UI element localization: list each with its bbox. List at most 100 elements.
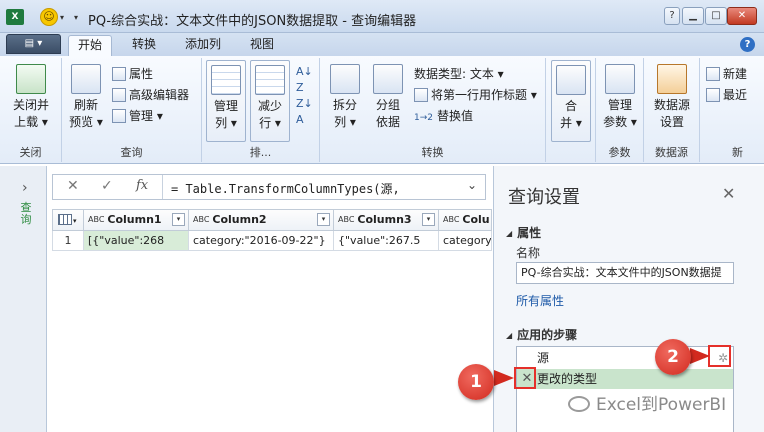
table-cell[interactable]: [{"value":268 — [84, 231, 189, 250]
recent-sources-button[interactable]: 最近 — [706, 87, 747, 103]
tab-transform[interactable]: 转换 — [124, 35, 164, 56]
use-first-row-as-headers-button[interactable]: 将第一行用作标题 ▾ — [414, 87, 537, 103]
column-filter-dropdown[interactable]: ▾ — [422, 213, 435, 226]
merge-button[interactable]: 合 并 ▾ — [551, 60, 591, 142]
clock-icon — [706, 88, 720, 102]
watermark: Excel到PowerBI — [568, 390, 726, 415]
smiley-feedback-icon[interactable]: ☺ — [40, 8, 58, 26]
split-column-icon — [330, 64, 360, 94]
maximize-button[interactable]: □ — [705, 7, 727, 25]
advanced-editor-button[interactable]: 高级编辑器 — [112, 87, 189, 103]
title-bar: X ☺ ▾ ▾ PQ-综合实战：文本文件中的JSON数据提取 - 查询编辑器 ?… — [0, 0, 764, 33]
manage-query-icon — [112, 109, 126, 123]
formula-input[interactable]: = Table.TransformColumnTypes(源, — [171, 180, 400, 197]
expand-formula-chevron-icon[interactable]: ⌄ — [467, 178, 477, 192]
text-type-icon[interactable]: ABC — [443, 215, 459, 224]
column-name: Column2 — [212, 213, 267, 226]
all-properties-link[interactable]: 所有属性 — [516, 292, 564, 309]
text-type-icon[interactable]: ABC — [88, 215, 104, 224]
group-by-icon — [373, 64, 403, 94]
column-header-2[interactable]: ABC Column2 ▾ — [189, 210, 334, 230]
replace-values-icon: 1→2 — [414, 113, 433, 123]
table-cell[interactable]: {"value":267.5 — [334, 231, 439, 250]
name-label: 名称 — [516, 246, 541, 260]
merge-label: 合 并 ▾ — [560, 99, 582, 130]
properties-section-header[interactable]: ◢ 属性 — [506, 224, 541, 241]
query-name-input[interactable]: PQ-综合实战：文本文件中的JSON数据提 — [516, 262, 734, 284]
table-headers-icon — [414, 88, 428, 102]
data-type-dropdown[interactable]: 数据类型: 文本 ▾ — [414, 66, 504, 82]
row-number[interactable]: 1 — [53, 231, 84, 250]
column-filter-dropdown[interactable]: ▾ — [317, 213, 330, 226]
quick-access-customize-icon[interactable]: ▾ — [74, 13, 78, 22]
callout-badge-1: 1 — [458, 364, 494, 400]
file-menu-button[interactable]: ▤ ▾ — [6, 34, 61, 54]
tab-home[interactable]: 开始 — [68, 35, 112, 56]
ribbon: 关闭并 上载 ▾ 关闭 刷新 预览 ▾ 属性 高级编辑器 管理 ▾ 查询 管理 … — [0, 56, 764, 164]
queries-pane-label[interactable]: 查询 — [20, 202, 32, 226]
text-type-icon[interactable]: ABC — [338, 215, 354, 224]
tab-view[interactable]: 视图 — [242, 35, 282, 56]
close-and-load-icon — [16, 64, 46, 94]
split-column-label: 拆分 列 ▾ — [332, 98, 357, 129]
column-filter-dropdown[interactable]: ▾ — [172, 213, 185, 226]
excel-icon[interactable]: X — [6, 9, 24, 25]
table-header-row: ▾ ABC Column1 ▾ ABC Column2 ▾ ABC Column3 ▾… — [52, 209, 492, 231]
group-by-button[interactable]: 分组 依据 — [368, 60, 408, 131]
query-settings-title: 查询设置 — [508, 187, 580, 208]
ribbon-help-icon[interactable]: ? — [740, 37, 755, 52]
queries-pane-collapsed: › 查询 — [0, 166, 47, 432]
column-header-3[interactable]: ABC Column3 ▾ — [334, 210, 439, 230]
smiley-dropdown-icon[interactable]: ▾ — [60, 13, 64, 22]
cancel-formula-icon[interactable]: ✕ — [67, 178, 79, 194]
properties-section-label: 属性 — [517, 226, 542, 240]
manage-parameters-icon — [605, 64, 635, 94]
close-and-load-button[interactable]: 关闭并 上载 ▾ — [4, 60, 58, 131]
close-and-load-label: 关闭并 上载 ▾ — [12, 98, 49, 129]
column-header-1[interactable]: ABC Column1 ▾ — [84, 210, 189, 230]
group-new-query: 新建 最近 新 — [700, 58, 764, 162]
table-menu-button[interactable]: ▾ — [53, 210, 84, 230]
text-type-icon[interactable]: ABC — [193, 215, 209, 224]
close-window-button[interactable]: ✕ — [727, 7, 757, 25]
group-parameters: 管理 参数 ▾ 参数 — [596, 58, 644, 162]
replace-values-label: 替换值 — [437, 109, 474, 123]
manage-parameters-button[interactable]: 管理 参数 ▾ — [598, 60, 642, 131]
replace-values-button[interactable]: 1→2 替换值 — [414, 108, 473, 126]
collapse-triangle-icon: ◢ — [506, 331, 513, 340]
manage-query-label: 管理 ▾ — [129, 109, 163, 123]
group-label-transform: 转换 — [421, 146, 444, 159]
confirm-formula-icon[interactable]: ✓ — [101, 178, 113, 194]
group-label-datasource: 数据源 — [655, 146, 688, 159]
manage-columns-button[interactable]: 管理 列 ▾ — [206, 60, 246, 142]
table-cell[interactable]: category:"2016-09-22"} — [189, 231, 334, 250]
recent-sources-label: 最近 — [723, 88, 748, 102]
reduce-rows-button[interactable]: 减少 行 ▾ — [250, 60, 290, 142]
close-query-settings-icon[interactable]: ✕ — [722, 184, 735, 203]
new-source-button[interactable]: 新建 — [706, 66, 747, 82]
column-header-4[interactable]: ABC Colu — [439, 210, 491, 230]
column-name: Column3 — [357, 213, 412, 226]
table-cell[interactable]: category — [439, 231, 491, 250]
window-title: PQ-综合实战：文本文件中的JSON数据提取 - 查询编辑器 — [88, 14, 417, 29]
manage-query-button[interactable]: 管理 ▾ — [112, 108, 163, 124]
window-help-button[interactable]: ? — [664, 7, 680, 25]
properties-button[interactable]: 属性 — [112, 66, 153, 82]
refresh-preview-label: 刷新 预览 ▾ — [69, 98, 103, 129]
tab-add-column[interactable]: 添加列 — [176, 35, 230, 56]
manage-columns-label: 管理 列 ▾ — [213, 99, 238, 130]
fx-icon[interactable]: fx — [136, 178, 148, 193]
split-column-button[interactable]: 拆分 列 ▾ — [326, 60, 364, 131]
sort-ascending-icon[interactable]: A↓ Z — [296, 64, 313, 96]
datasource-settings-button[interactable]: 数据源 设置 — [648, 60, 696, 131]
table-menu-chevron-icon: ▾ — [73, 217, 77, 225]
expand-queries-chevron-icon[interactable]: › — [22, 180, 28, 196]
refresh-preview-button[interactable]: 刷新 预览 ▾ — [64, 60, 108, 131]
formula-bar-divider — [162, 175, 163, 199]
group-datasource: 数据源 设置 数据源 — [644, 58, 700, 162]
minimize-button[interactable]: ▁ — [682, 7, 704, 25]
sort-descending-icon[interactable]: Z↓ A — [296, 96, 313, 128]
formula-bar: ✕ ✓ fx = Table.TransformColumnTypes(源, ⌄ — [52, 174, 486, 200]
applied-steps-label: 应用的步骤 — [517, 328, 578, 342]
applied-steps-section-header[interactable]: ◢ 应用的步骤 — [506, 326, 577, 343]
